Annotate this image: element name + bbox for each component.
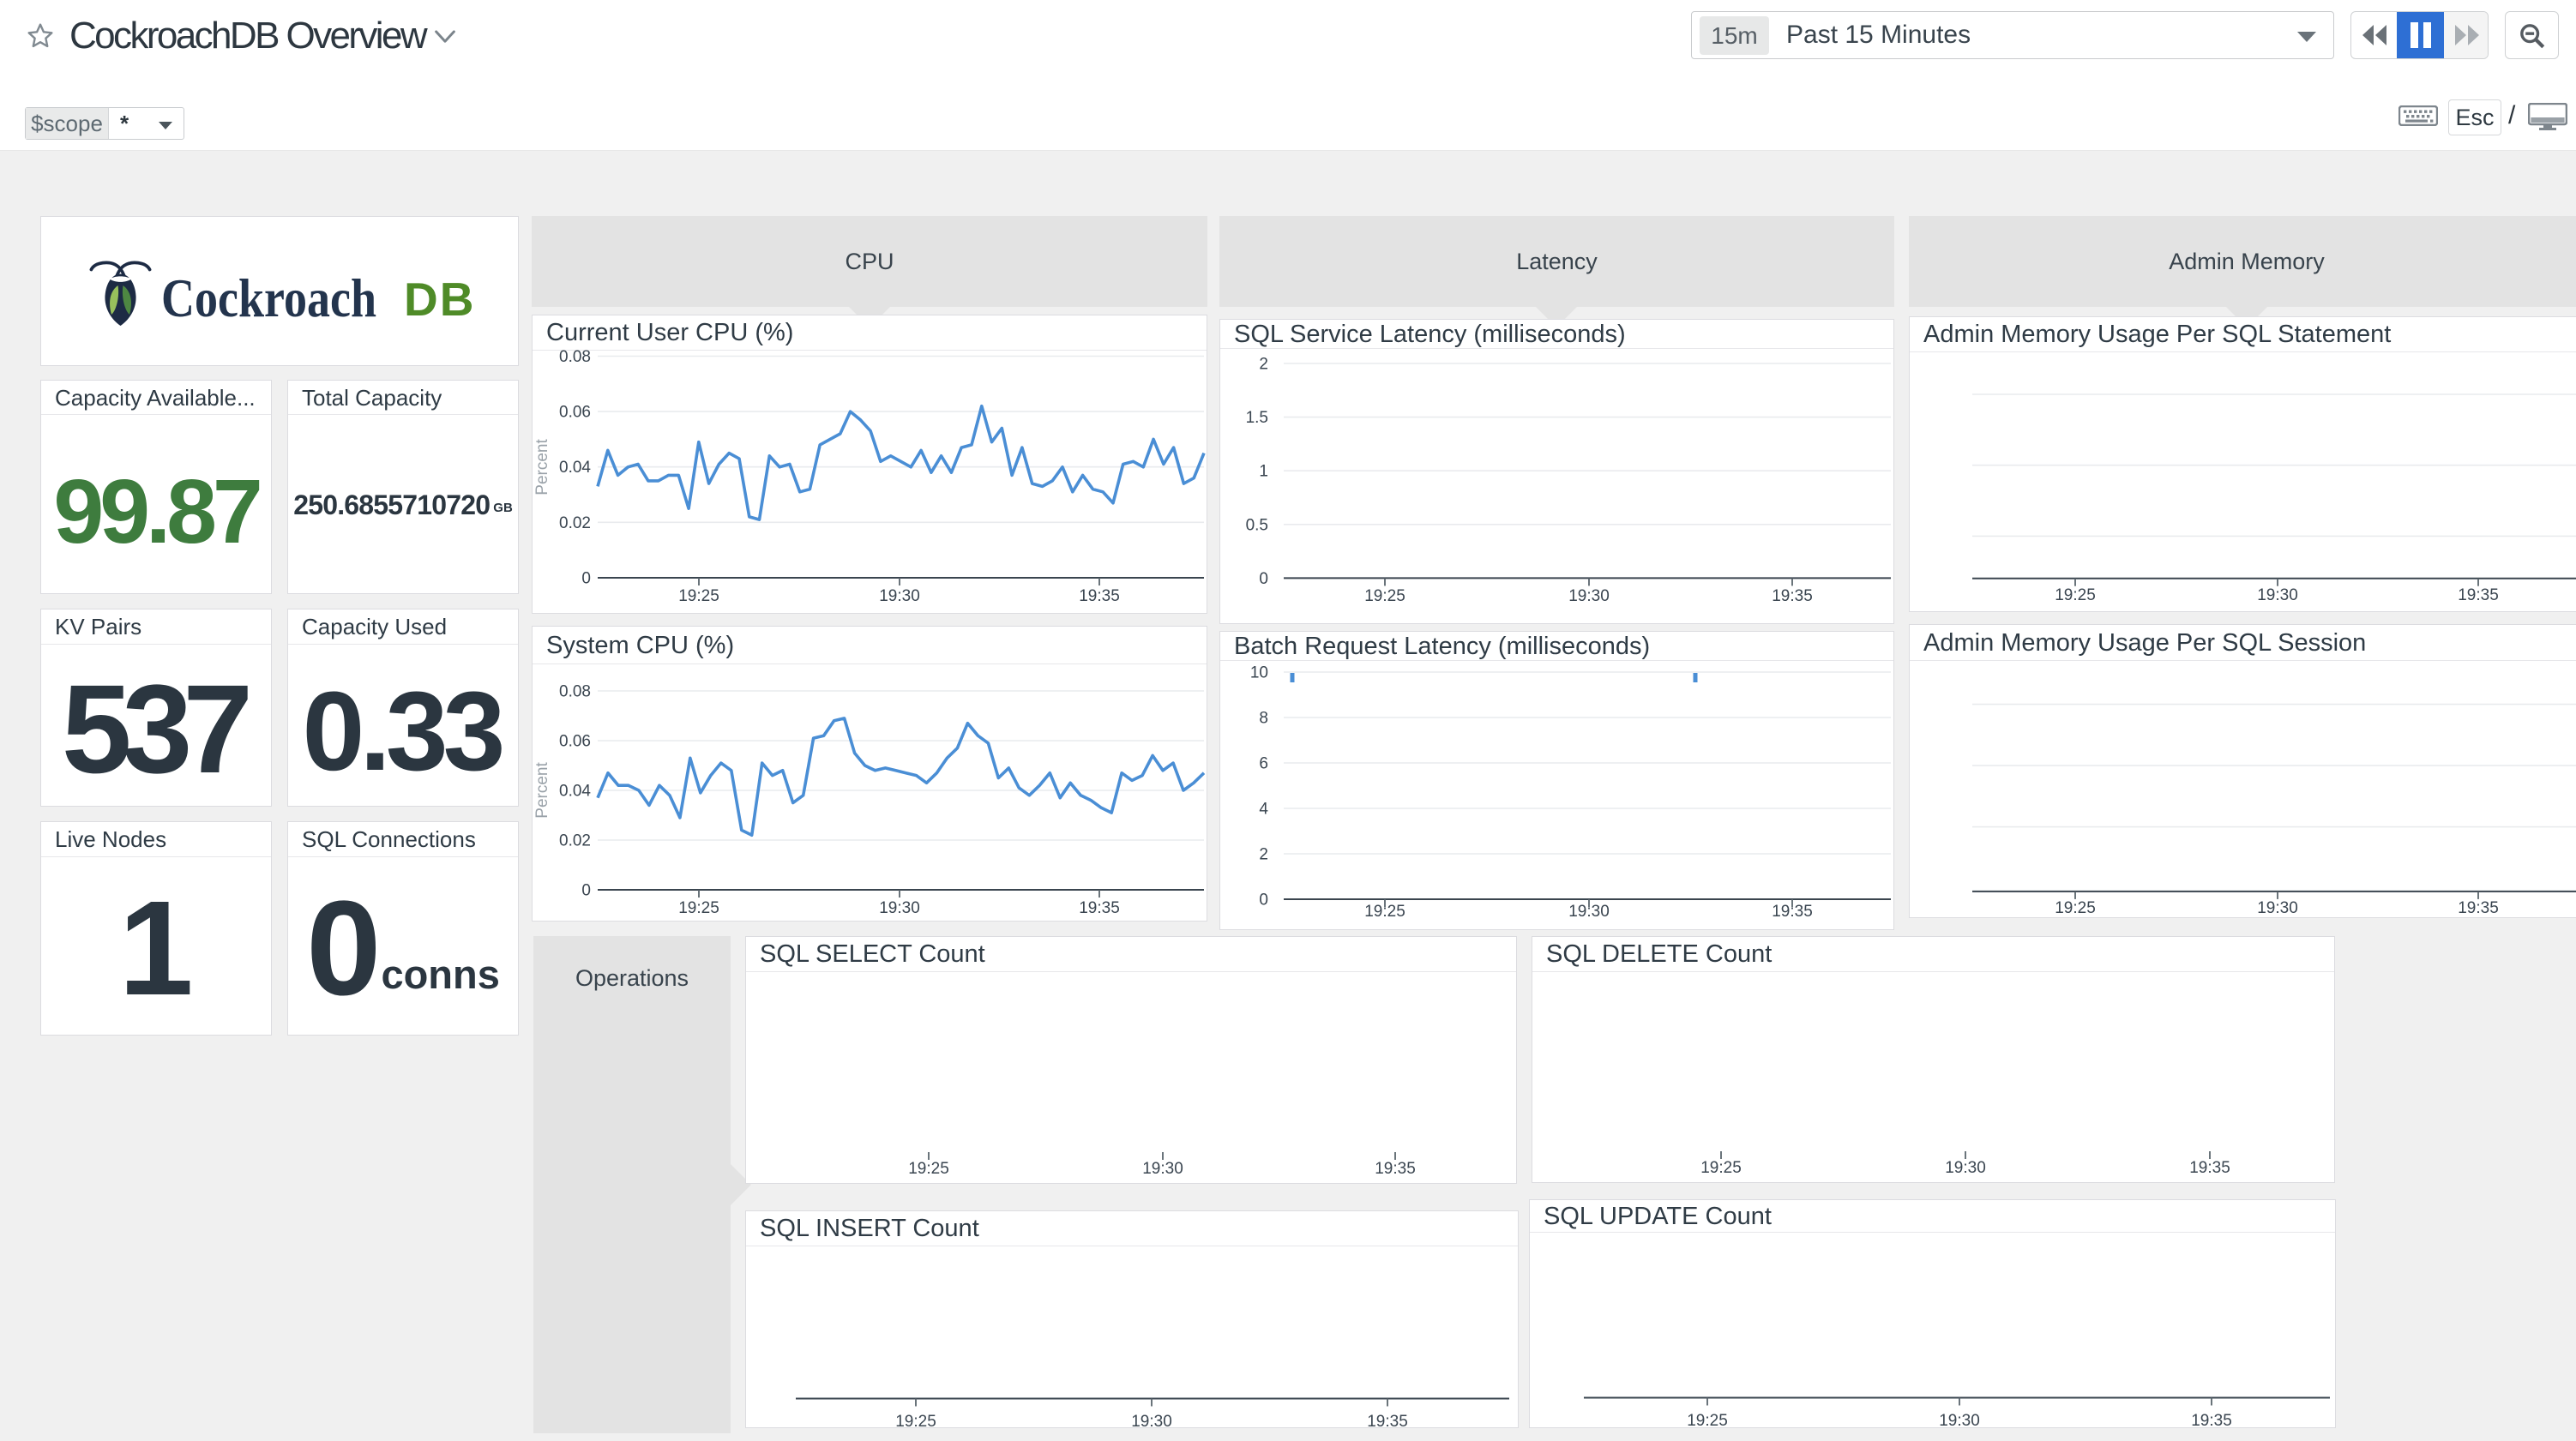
svg-text:19:30: 19:30 bbox=[1568, 587, 1610, 605]
svg-text:19:25: 19:25 bbox=[1700, 1159, 1742, 1177]
svg-text:0.02: 0.02 bbox=[559, 832, 591, 850]
svg-text:0.08: 0.08 bbox=[559, 683, 591, 701]
svg-text:19:30: 19:30 bbox=[879, 899, 920, 917]
svg-text:Percent: Percent bbox=[533, 439, 551, 495]
svg-text:19:35: 19:35 bbox=[2191, 1412, 2232, 1430]
svg-text:19:25: 19:25 bbox=[1364, 903, 1405, 921]
svg-text:0: 0 bbox=[581, 882, 591, 900]
svg-text:Cockroach: Cockroach bbox=[161, 267, 376, 328]
svg-text:19:35: 19:35 bbox=[1367, 1413, 1408, 1431]
svg-text:19:25: 19:25 bbox=[895, 1413, 936, 1431]
svg-text:0.02: 0.02 bbox=[559, 514, 591, 532]
svg-text:6: 6 bbox=[1259, 755, 1268, 773]
svg-text:2: 2 bbox=[1259, 356, 1268, 374]
svg-text:0.06: 0.06 bbox=[559, 733, 591, 751]
svg-text:19:25: 19:25 bbox=[2055, 899, 2096, 917]
svg-text:19:35: 19:35 bbox=[2458, 899, 2499, 917]
svg-text:0: 0 bbox=[581, 569, 591, 587]
svg-text:19:25: 19:25 bbox=[1364, 587, 1405, 605]
svg-text:19:30: 19:30 bbox=[2257, 899, 2298, 917]
svg-text:1.5: 1.5 bbox=[1246, 409, 1268, 427]
svg-text:19:35: 19:35 bbox=[1772, 903, 1813, 921]
svg-text:19:35: 19:35 bbox=[2458, 586, 2499, 604]
svg-text:19:30: 19:30 bbox=[1945, 1159, 1986, 1177]
svg-text:0.5: 0.5 bbox=[1246, 516, 1268, 534]
svg-text:0: 0 bbox=[1259, 570, 1268, 588]
svg-text:Percent: Percent bbox=[533, 762, 551, 819]
svg-text:19:25: 19:25 bbox=[908, 1160, 949, 1178]
svg-text:DB: DB bbox=[404, 273, 475, 326]
svg-text:19:30: 19:30 bbox=[1131, 1413, 1172, 1431]
svg-text:8: 8 bbox=[1259, 710, 1268, 728]
svg-text:19:35: 19:35 bbox=[1079, 587, 1120, 605]
svg-text:19:25: 19:25 bbox=[678, 587, 719, 605]
svg-text:19:35: 19:35 bbox=[2189, 1159, 2230, 1177]
svg-text:19:30: 19:30 bbox=[2257, 586, 2298, 604]
svg-text:0.08: 0.08 bbox=[559, 348, 591, 366]
svg-text:0.04: 0.04 bbox=[559, 459, 591, 477]
svg-text:19:35: 19:35 bbox=[1375, 1160, 1416, 1178]
svg-text:2: 2 bbox=[1259, 846, 1268, 864]
svg-text:19:25: 19:25 bbox=[2055, 586, 2096, 604]
svg-text:1: 1 bbox=[1259, 463, 1268, 481]
svg-text:0.06: 0.06 bbox=[559, 404, 591, 422]
svg-text:10: 10 bbox=[1250, 664, 1268, 682]
svg-text:4: 4 bbox=[1259, 801, 1268, 819]
svg-text:19:35: 19:35 bbox=[1079, 899, 1120, 917]
svg-text:0: 0 bbox=[1259, 892, 1268, 910]
svg-text:19:30: 19:30 bbox=[879, 587, 920, 605]
svg-text:19:25: 19:25 bbox=[678, 899, 719, 917]
svg-text:19:30: 19:30 bbox=[1568, 903, 1610, 921]
svg-text:0.04: 0.04 bbox=[559, 783, 591, 801]
svg-text:19:25: 19:25 bbox=[1687, 1412, 1728, 1430]
svg-text:19:30: 19:30 bbox=[1939, 1412, 1980, 1430]
svg-text:19:35: 19:35 bbox=[1772, 587, 1813, 605]
svg-text:19:30: 19:30 bbox=[1142, 1160, 1183, 1178]
